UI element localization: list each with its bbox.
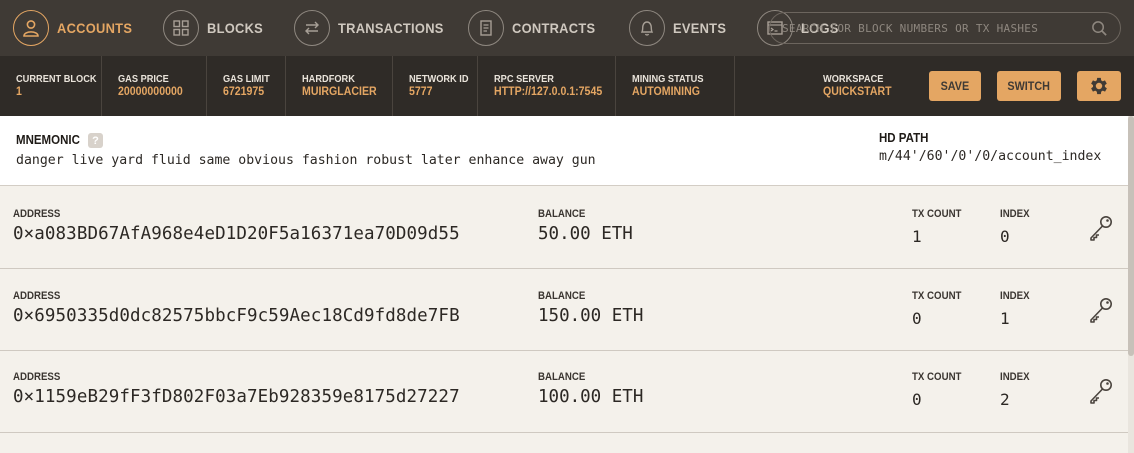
save-button[interactable]: SAVE bbox=[929, 71, 981, 101]
balance-label: BALANCE bbox=[538, 371, 586, 383]
balance-label: BALANCE bbox=[538, 208, 586, 220]
save-button-label: SAVE bbox=[940, 79, 970, 93]
mining-status-label: MINING STATUS bbox=[632, 73, 704, 85]
nav-transactions-label: TRANSACTIONS bbox=[337, 20, 444, 36]
balance-label: BALANCE bbox=[538, 290, 586, 302]
tx-count-label: TX COUNT bbox=[912, 290, 962, 302]
hardfork-value: MUIRGLACIER bbox=[302, 86, 377, 98]
stat-rpc-server: RPC SERVER HTTP://127.0.0.1:7545 bbox=[478, 56, 616, 116]
gas-limit-value: 6721975 bbox=[223, 86, 265, 98]
account-address: 0×1159eB29fF3fD802F03a7Eb928359e8175d272… bbox=[13, 387, 460, 407]
stat-network-id: NETWORK ID 5777 bbox=[393, 56, 478, 116]
stat-gas-price: GAS PRICE 20000000000 bbox=[102, 56, 207, 116]
address-label: ADDRESS bbox=[13, 371, 61, 383]
key-icon[interactable] bbox=[1087, 377, 1115, 405]
switch-button-label: SWITCH bbox=[1007, 79, 1051, 93]
hd-path-value: m/44'/60'/0'/0/account_index bbox=[879, 149, 1102, 164]
search-box bbox=[769, 12, 1121, 44]
status-bar: CURRENT BLOCK 1 GAS PRICE 20000000000 GA… bbox=[0, 56, 1134, 116]
account-row: ADDRESS 0×1159eB29fF3fD802F03a7Eb928359e… bbox=[0, 351, 1134, 433]
nav-accounts[interactable]: ACCOUNTS bbox=[0, 0, 149, 56]
key-icon[interactable] bbox=[1087, 214, 1115, 242]
stat-workspace: WORKSPACE QUICKSTART bbox=[807, 56, 907, 116]
top-nav: ACCOUNTS BLOCKS TRANSACTIONS CONTRACTS E… bbox=[0, 0, 1134, 56]
tx-count-label: TX COUNT bbox=[912, 208, 962, 220]
mining-status-value: AUTOMINING bbox=[632, 86, 700, 98]
account-row: ADDRESS 0×6950335d0dc82575bbcF9c59Aec18C… bbox=[0, 269, 1134, 351]
network-id-value: 5777 bbox=[409, 86, 433, 98]
workspace-value: QUICKSTART bbox=[823, 86, 892, 98]
mnemonic-value: danger live yard fluid same obvious fash… bbox=[16, 153, 596, 168]
stat-mining-status: MINING STATUS AUTOMINING bbox=[616, 56, 735, 116]
account-tx-count: 1 bbox=[912, 227, 922, 246]
account-index: 1 bbox=[1000, 309, 1010, 328]
switch-button[interactable]: SWITCH bbox=[997, 71, 1061, 101]
stat-current-block: CURRENT BLOCK 1 bbox=[0, 56, 102, 116]
index-label: INDEX bbox=[1000, 371, 1030, 383]
grid-icon bbox=[162, 10, 199, 46]
nav-transactions[interactable]: TRANSACTIONS bbox=[278, 0, 463, 56]
rpc-server-value: HTTP://127.0.0.1:7545 bbox=[494, 86, 603, 98]
key-icon[interactable] bbox=[1087, 296, 1115, 324]
network-id-label: NETWORK ID bbox=[409, 73, 469, 85]
account-balance: 150.00 ETH bbox=[538, 306, 644, 326]
mnemonic-panel: MNEMONIC ? danger live yard fluid same o… bbox=[0, 116, 1134, 186]
account-row: ADDRESS 0×a083BD67AfA968e4eD1D20F5a16371… bbox=[0, 187, 1134, 269]
search-icon[interactable] bbox=[1091, 20, 1108, 37]
settings-button[interactable] bbox=[1077, 71, 1121, 101]
account-tx-count: 0 bbox=[912, 390, 922, 409]
hardfork-label: HARDFORK bbox=[302, 73, 355, 85]
person-icon bbox=[13, 10, 49, 46]
index-label: INDEX bbox=[1000, 208, 1030, 220]
gas-price-value: 20000000000 bbox=[118, 86, 183, 98]
document-icon bbox=[468, 10, 505, 46]
account-tx-count: 0 bbox=[912, 309, 922, 328]
current-block-label: CURRENT BLOCK bbox=[16, 73, 97, 85]
account-index: 0 bbox=[1000, 227, 1010, 246]
stat-hardfork: HARDFORK MUIRGLACIER bbox=[286, 56, 393, 116]
nav-contracts-label: CONTRACTS bbox=[512, 20, 596, 36]
nav-contracts[interactable]: CONTRACTS bbox=[462, 0, 613, 56]
nav-blocks-label: BLOCKS bbox=[206, 20, 263, 36]
scrollbar-thumb[interactable] bbox=[1128, 116, 1134, 356]
account-balance: 100.00 ETH bbox=[538, 387, 644, 407]
search-input[interactable] bbox=[782, 21, 1087, 35]
scrollbar[interactable] bbox=[1128, 116, 1134, 453]
current-block-value: 1 bbox=[16, 86, 22, 98]
workspace-label: WORKSPACE bbox=[823, 73, 884, 85]
nav-events-label: EVENTS bbox=[673, 20, 727, 36]
rpc-server-label: RPC SERVER bbox=[494, 73, 554, 85]
gas-price-label: GAS PRICE bbox=[118, 73, 169, 85]
nav-events[interactable]: EVENTS bbox=[613, 0, 741, 56]
bell-icon bbox=[629, 10, 666, 46]
address-label: ADDRESS bbox=[13, 290, 61, 302]
account-index: 2 bbox=[1000, 390, 1010, 409]
gear-icon bbox=[1091, 77, 1107, 95]
tx-count-label: TX COUNT bbox=[912, 371, 962, 383]
mnemonic-label: MNEMONIC bbox=[16, 133, 80, 147]
account-address: 0×6950335d0dc82575bbcF9c59Aec18Cd9fd8de7… bbox=[13, 306, 460, 326]
hd-path-label: HD PATH bbox=[879, 131, 929, 145]
nav-accounts-label: ACCOUNTS bbox=[57, 20, 133, 36]
swap-arrows-icon bbox=[293, 10, 330, 46]
account-balance: 50.00 ETH bbox=[538, 224, 633, 244]
nav-blocks[interactable]: BLOCKS bbox=[149, 0, 278, 56]
index-label: INDEX bbox=[1000, 290, 1030, 302]
gas-limit-label: GAS LIMIT bbox=[223, 73, 270, 85]
address-label: ADDRESS bbox=[13, 208, 61, 220]
stat-gas-limit: GAS LIMIT 6721975 bbox=[207, 56, 286, 116]
account-address: 0×a083BD67AfA968e4eD1D20F5a16371ea70D09d… bbox=[13, 224, 460, 244]
help-icon[interactable]: ? bbox=[88, 133, 103, 148]
